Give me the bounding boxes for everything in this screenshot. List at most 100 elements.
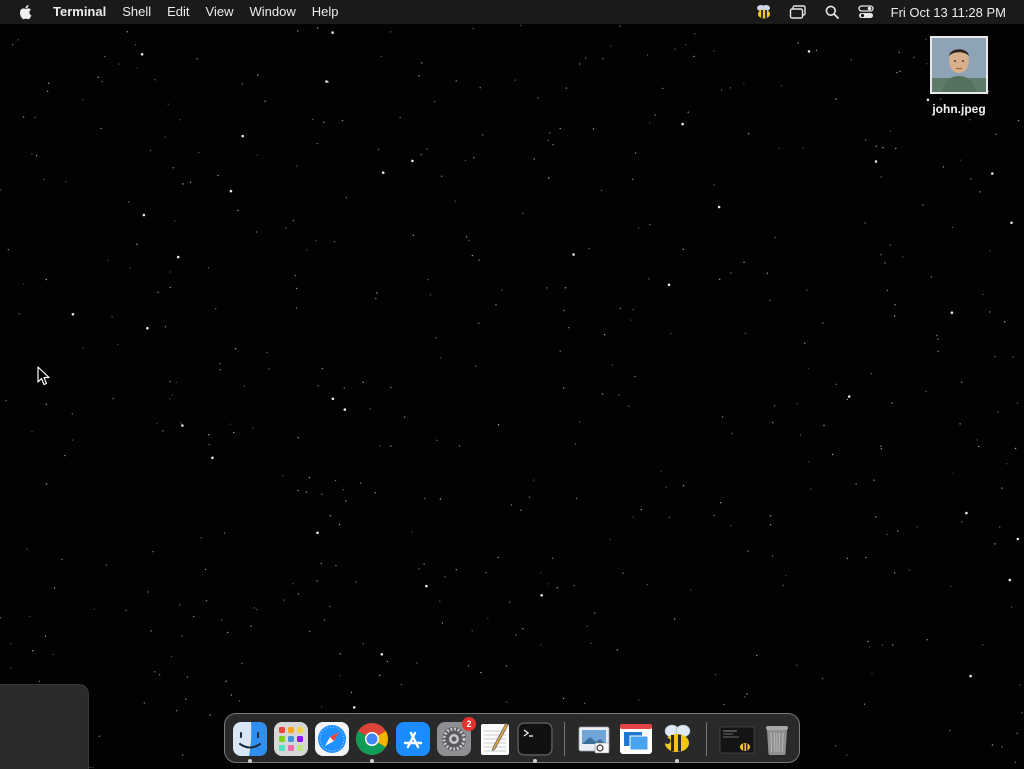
star xyxy=(112,398,113,399)
dock-item-window-manager[interactable] xyxy=(618,721,654,757)
star xyxy=(865,557,866,558)
dock-separator xyxy=(564,722,565,756)
dock-item-launchpad[interactable] xyxy=(273,721,309,757)
menu-app-name[interactable]: Terminal xyxy=(53,0,114,24)
menu-view[interactable]: View xyxy=(198,0,242,24)
star xyxy=(197,58,198,59)
star xyxy=(220,369,221,370)
star xyxy=(440,357,441,358)
star xyxy=(241,663,242,664)
star xyxy=(909,569,910,570)
star xyxy=(317,385,318,386)
search-icon[interactable] xyxy=(821,0,843,24)
star xyxy=(899,52,900,53)
dock-item-system-settings[interactable]: 2 xyxy=(436,721,472,757)
star xyxy=(713,50,714,51)
menu-edit[interactable]: Edit xyxy=(159,0,197,24)
star xyxy=(781,85,782,86)
star xyxy=(442,622,443,623)
star xyxy=(560,350,561,351)
star xyxy=(141,53,144,56)
star xyxy=(339,524,340,525)
star xyxy=(1015,762,1016,763)
star xyxy=(268,368,269,369)
star xyxy=(822,678,823,679)
dock-item-trash[interactable] xyxy=(759,721,795,757)
star xyxy=(165,137,166,138)
star xyxy=(27,548,28,549)
star xyxy=(176,710,177,711)
star xyxy=(804,343,805,344)
star xyxy=(585,58,586,59)
star xyxy=(540,644,541,645)
star xyxy=(0,617,1,618)
star xyxy=(400,117,401,118)
trash-icon xyxy=(759,721,795,757)
star xyxy=(730,272,731,273)
menu-shell[interactable]: Shell xyxy=(114,0,159,24)
star xyxy=(345,500,346,501)
star xyxy=(693,56,694,57)
star xyxy=(991,172,994,175)
star xyxy=(169,381,170,382)
star xyxy=(375,298,376,299)
star xyxy=(292,583,293,584)
star xyxy=(83,348,84,349)
star xyxy=(411,532,412,533)
dock-item-bee-app[interactable] xyxy=(659,721,695,757)
star xyxy=(949,730,950,731)
dock-item-safari[interactable] xyxy=(314,721,350,757)
dock-item-window-thumbnail[interactable] xyxy=(719,721,755,757)
screen-mirroring-icon[interactable] xyxy=(787,0,809,24)
star xyxy=(480,672,481,673)
launchpad-icon xyxy=(273,721,309,757)
star xyxy=(72,313,75,316)
star xyxy=(746,693,747,694)
dock-item-terminal[interactable] xyxy=(517,721,553,757)
star xyxy=(548,177,549,178)
star xyxy=(748,550,749,551)
dock-item-textedit[interactable] xyxy=(477,721,513,757)
star xyxy=(329,606,330,607)
star xyxy=(244,386,245,387)
control-center-icon[interactable] xyxy=(855,0,877,24)
star xyxy=(808,461,809,462)
dock-item-chrome[interactable] xyxy=(354,721,390,757)
star xyxy=(584,703,585,704)
star xyxy=(899,71,900,72)
star xyxy=(215,308,216,309)
star xyxy=(170,271,171,272)
star xyxy=(475,365,476,366)
star xyxy=(322,368,323,369)
star xyxy=(937,338,938,339)
dock-item-app-store[interactable] xyxy=(395,721,431,757)
menu-help[interactable]: Help xyxy=(304,0,347,24)
dock-item-finder[interactable] xyxy=(232,721,268,757)
partial-window-panel[interactable] xyxy=(0,684,89,769)
star xyxy=(772,555,773,556)
star xyxy=(128,201,129,202)
star xyxy=(297,30,298,31)
running-indicator xyxy=(370,759,374,763)
star xyxy=(346,197,347,198)
star xyxy=(743,83,744,84)
star xyxy=(264,101,265,102)
apple-icon[interactable] xyxy=(18,4,36,20)
star xyxy=(321,706,322,707)
menu-window[interactable]: Window xyxy=(242,0,304,24)
star xyxy=(648,278,649,279)
star xyxy=(882,644,883,645)
textedit-icon xyxy=(477,721,513,757)
desktop-wallpaper[interactable] xyxy=(0,0,1024,768)
menu-bar-clock[interactable]: Fri Oct 13 11:28 PM xyxy=(891,5,1006,20)
star xyxy=(1001,746,1002,747)
desktop-file-john-jpeg[interactable]: john.jpeg xyxy=(918,36,1000,116)
star xyxy=(427,148,428,149)
star xyxy=(312,119,313,120)
dock-item-preview[interactable] xyxy=(577,721,613,757)
star xyxy=(931,276,932,277)
star xyxy=(468,240,469,241)
star xyxy=(744,696,745,697)
bee-app-icon[interactable] xyxy=(753,0,775,24)
star xyxy=(423,564,424,565)
